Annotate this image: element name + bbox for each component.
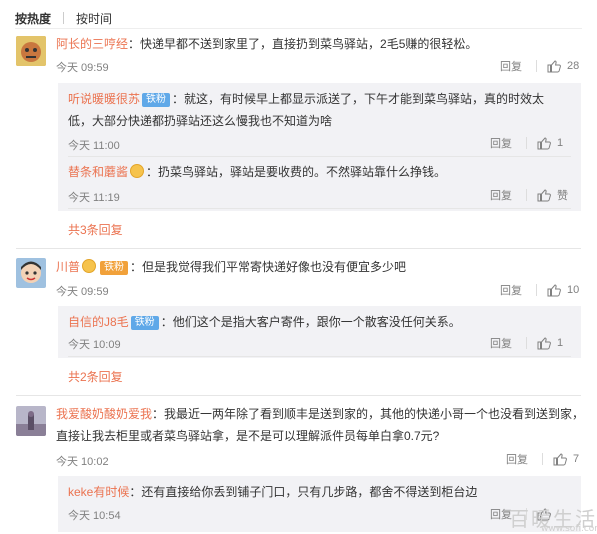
reply-time: 今天 11:00 <box>68 140 120 152</box>
avatar-image <box>16 36 46 66</box>
comment-time: 今天 09:59 <box>56 62 109 74</box>
reply-time: 今天 10:54 <box>68 510 121 522</box>
comment-actions: 回复 10 <box>500 281 579 299</box>
reply-actions: 回复 赞 <box>490 186 568 204</box>
view-more-replies-link[interactable]: 共3条回复 <box>68 221 123 238</box>
divider <box>68 208 571 209</box>
reply-actions: 回复 1 <box>490 134 563 152</box>
like-count: 1 <box>557 137 564 149</box>
like-label: 赞 <box>557 190 568 202</box>
comment-text: 但是我觉得我们平常寄快递好像也没有便宜多少吧 <box>142 260 407 274</box>
comment-author[interactable]: 我爱酸奶酸奶爱我 <box>56 407 152 421</box>
reply-button[interactable]: 回复 <box>490 335 512 351</box>
medal-icon <box>82 259 97 273</box>
like-button[interactable]: 28 <box>547 59 579 73</box>
reply-text: 还有直接给你丢到铺子门口，只有几步路，都舍不得送到柜台边 <box>141 485 478 499</box>
reply-time: 今天 10:09 <box>68 339 121 351</box>
thumbs-up-icon <box>547 59 561 73</box>
like-count: 10 <box>567 284 580 296</box>
reply-body: 自信的J8毛 铁粉 ：他们这个是指大客户寄件，跟你一个散客没任何关系。 <box>68 315 461 330</box>
watermark: 百暖生活 www.sofi.com <box>509 503 597 534</box>
sort-divider <box>63 12 65 24</box>
action-divider <box>526 337 527 349</box>
thumbs-up-icon <box>553 452 567 466</box>
reply-body: 替条和蘑酱 ：扔菜鸟驿站，驿站是要收费的。不然驿站靠什么挣钱。 <box>68 164 447 179</box>
action-divider <box>526 137 527 149</box>
fan-badge: 铁粉 <box>142 93 171 107</box>
reply-body: keke有时候：还有直接给你丢到铺子门口，只有几步路，都舍不得送到柜台边 <box>68 485 478 499</box>
comment-body: 川普 铁粉 ：但是我觉得我们平常寄快递好像也没有便宜多少吧 <box>56 259 407 275</box>
sort-by-hot-tab[interactable]: 按热度 <box>15 10 51 27</box>
avatar[interactable] <box>16 36 46 66</box>
fan-badge: 铁粉 <box>100 261 129 275</box>
like-button[interactable]: 1 <box>537 336 563 350</box>
comment-time: 今天 09:59 <box>56 286 109 298</box>
thumbs-up-icon <box>537 136 551 150</box>
medal-icon <box>130 164 145 178</box>
like-button[interactable]: 赞 <box>537 187 568 203</box>
like-count: 7 <box>573 453 580 465</box>
reply-author[interactable]: 自信的J8毛 <box>68 315 129 329</box>
avatar-image <box>16 258 46 288</box>
comment-body: 阿长的三哼经：快递早都不送到家里了，直接扔到菜鸟驿站，2毛5赚的很轻松。 <box>56 37 478 51</box>
divider <box>16 248 581 249</box>
thumbs-up-icon <box>547 283 561 297</box>
thumbs-up-icon <box>537 336 551 350</box>
reply-author[interactable]: 替条和蘑酱 <box>68 165 128 179</box>
comment-time: 今天 10:02 <box>56 456 109 468</box>
avatar-image <box>16 406 46 436</box>
reply-button[interactable]: 回复 <box>490 135 512 151</box>
reply-text: 扔菜鸟驿站，驿站是要收费的。不然驿站靠什么挣钱。 <box>158 165 447 179</box>
divider <box>68 156 571 157</box>
avatar[interactable] <box>16 406 46 436</box>
action-divider <box>526 189 527 201</box>
avatar[interactable] <box>16 258 46 288</box>
divider <box>68 356 571 357</box>
sort-by-time-tab[interactable]: 按时间 <box>76 10 112 27</box>
watermark-url: www.sofi.com <box>541 524 597 534</box>
reply-author[interactable]: 听说暖暖很苏 <box>68 92 140 106</box>
divider <box>15 28 582 29</box>
reply-button[interactable]: 回复 <box>490 187 512 203</box>
fan-badge: 铁粉 <box>130 316 159 330</box>
comment-actions: 回复 7 <box>506 450 579 468</box>
reply-body: 听说暖暖很苏 铁粉 ：就这，有时候早上都显示派送了，下午才能到菜鸟驿站，真的时效太低… <box>68 92 545 128</box>
reply-button[interactable]: 回复 <box>506 451 528 467</box>
like-count: 1 <box>557 337 564 349</box>
comment-author[interactable]: 阿长的三哼经 <box>56 37 128 51</box>
thumbs-up-icon <box>537 188 551 202</box>
reply-button[interactable]: 回复 <box>500 58 522 74</box>
like-button[interactable]: 7 <box>553 452 579 466</box>
divider <box>16 395 581 396</box>
comment-author[interactable]: 川普 <box>56 260 80 274</box>
action-divider <box>536 284 537 296</box>
like-button[interactable]: 10 <box>547 283 579 297</box>
like-count: 28 <box>567 60 580 72</box>
reply-actions: 回复 1 <box>490 334 563 352</box>
reply-button[interactable]: 回复 <box>500 282 522 298</box>
comment-body: 我爱酸奶酸奶爱我：我最近一两年除了看到顺丰是送到家的，其他的快递小哥一个也没看到… <box>56 407 585 443</box>
reply-time: 今天 11:19 <box>68 192 120 204</box>
like-button[interactable]: 1 <box>537 136 563 150</box>
sort-bar: 按热度 按时间 <box>15 8 112 28</box>
action-divider <box>542 453 543 465</box>
view-more-replies-link[interactable]: 共2条回复 <box>68 368 123 385</box>
reply-author[interactable]: keke有时候 <box>68 485 129 499</box>
comment-actions: 回复 28 <box>500 57 579 75</box>
reply-text: 他们这个是指大客户寄件，跟你一个散客没任何关系。 <box>172 315 461 329</box>
action-divider <box>536 60 537 72</box>
comment-text: 快递早都不送到家里了，直接扔到菜鸟驿站，2毛5赚的很轻松。 <box>140 37 478 51</box>
